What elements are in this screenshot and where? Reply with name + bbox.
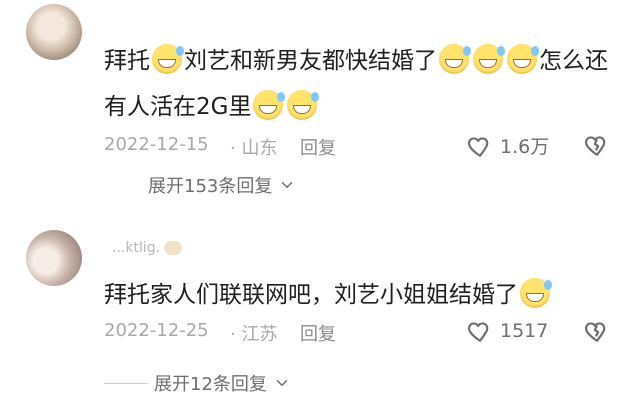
heart-outline-icon (468, 136, 489, 157)
laugh-sweat-emoji-icon (439, 44, 471, 74)
expand-replies-button[interactable]: 展开153条回复 (148, 172, 296, 198)
laugh-sweat-emoji-icon (152, 44, 184, 74)
like-count: 1517 (500, 320, 549, 342)
expand-replies-button[interactable]: 展开12条回复 (104, 370, 291, 396)
avatar[interactable] (26, 230, 82, 286)
comment-location: · 山东 (230, 138, 278, 159)
laugh-sweat-emoji-icon (473, 44, 505, 74)
laugh-sweat-emoji-icon (253, 90, 286, 120)
avatar[interactable] (26, 4, 82, 60)
heart-outline-icon (468, 322, 489, 342)
expand-replies-label: 展开153条回复 (148, 176, 273, 197)
comment-date: 2022-12-15 (104, 134, 209, 155)
laugh-sweat-emoji-icon (287, 90, 320, 120)
username[interactable]: ...ktlig. (112, 240, 183, 256)
comment-meta: 2022-12-25 · 江苏 回复 1517 (104, 316, 624, 348)
comment-text-fragment: 拜托家人们联联网吧，刘艺小姐姐结婚了 (104, 282, 518, 308)
laugh-sweat-emoji-icon (507, 44, 539, 74)
broken-heart-icon[interactable] (584, 132, 610, 158)
comment-text-fragment: 拜托 (104, 48, 150, 74)
comment-meta: 2022-12-15 · 山东 回复 1.6万 (104, 130, 624, 162)
broken-heart-icon[interactable] (584, 318, 610, 344)
chevron-down-icon (276, 380, 288, 386)
comment-text-fragment: 刘艺和新男友都快结婚了 (184, 48, 437, 74)
reply-button[interactable]: 回复 (300, 134, 336, 160)
expand-replies-label: 展开12条回复 (154, 374, 267, 395)
comment-date: 2022-12-25 (104, 320, 209, 341)
comment-item: ...ktlig. 拜托家人们联联网吧，刘艺小姐姐结婚了 2022-12-25 … (0, 212, 640, 418)
like-count: 1.6万 (500, 136, 550, 158)
reply-button[interactable]: 回复 (300, 320, 336, 346)
username-text: ...ktlig. (112, 240, 161, 256)
like-button[interactable]: 1517 (466, 318, 548, 344)
comment-text: 拜托 刘艺和新男友都快结婚了 怎么还有人活在2G里 (104, 38, 624, 130)
divider (104, 382, 148, 384)
comment-text: 拜托家人们联联网吧，刘艺小姐姐结婚了 (104, 272, 624, 318)
comment-location: · 江苏 (230, 324, 278, 345)
like-button[interactable]: 1.6万 (466, 132, 549, 159)
chevron-down-icon (282, 182, 293, 188)
laugh-sweat-emoji-icon (520, 278, 552, 308)
comment-item: 拜托 刘艺和新男友都快结婚了 怎么还有人活在2G里 2022-12-15 · 山东 … (0, 0, 640, 212)
username-emoji-icon (164, 241, 183, 255)
